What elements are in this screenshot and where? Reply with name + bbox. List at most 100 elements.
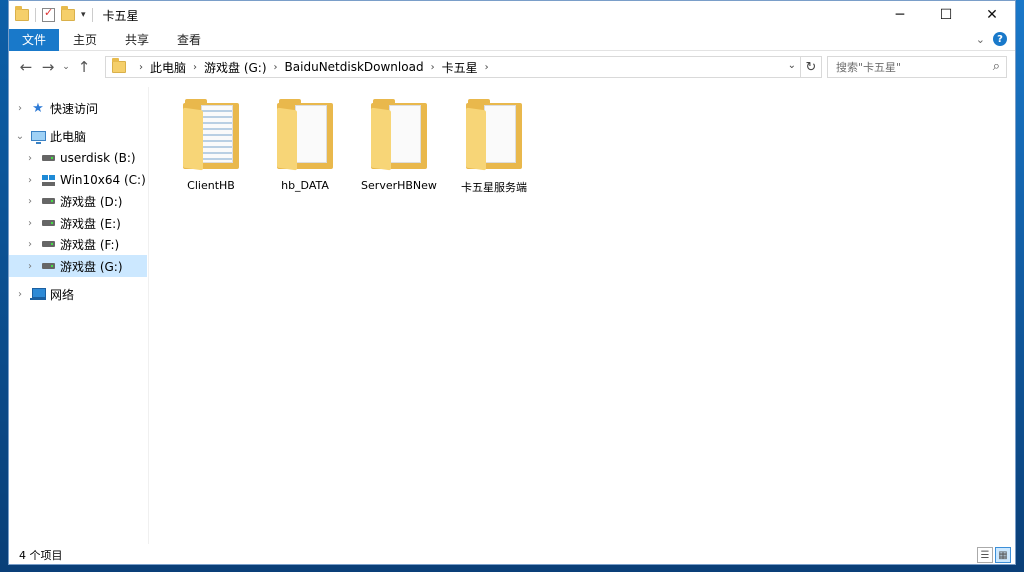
nav-label: 游戏盘 (G:) (60, 259, 123, 274)
star-icon: ★ (32, 100, 44, 116)
minimize-button[interactable]: ─ (877, 1, 923, 29)
folder-icon (183, 99, 239, 171)
breadcrumb-chevron-icon[interactable]: › (193, 62, 197, 73)
drive-icon (40, 151, 56, 165)
drive-icon (40, 237, 56, 251)
breadcrumb-chevron-icon[interactable]: › (139, 62, 143, 73)
drive-icon (40, 216, 56, 230)
breadcrumb-chevron-icon[interactable]: › (485, 62, 489, 73)
nav-label: 游戏盘 (E:) (60, 216, 121, 231)
nav-label: 游戏盘 (D:) (60, 194, 123, 209)
drive-icon (40, 259, 56, 273)
expand-chevron-icon[interactable]: › (23, 261, 37, 272)
navigation-bar: ← → ⌄ ↑ › 此电脑 › 游戏盘 (G:) › BaiduNetdiskD… (9, 53, 1015, 81)
folder-name: ServerHBNew (361, 179, 437, 192)
folder-name: 卡五星服务端 (461, 181, 527, 194)
refresh-button[interactable]: ↻ (800, 56, 822, 78)
desktop-left-edge (0, 0, 8, 572)
tab-file[interactable]: 文件 (9, 28, 60, 51)
ribbon-right: ⌄ ? (976, 32, 1007, 46)
title-bar: ▾ 卡五星 ─ ☐ ✕ (9, 1, 1015, 29)
search-icon: ⌕ (992, 59, 1000, 74)
nav-label: 游戏盘 (F:) (60, 237, 120, 252)
expand-chevron-icon[interactable]: › (23, 175, 37, 186)
collapse-chevron-icon[interactable]: ⌄ (13, 131, 27, 142)
expand-chevron-icon[interactable]: › (23, 218, 37, 229)
folder-item[interactable]: hb_DATA (258, 97, 352, 195)
search-input[interactable]: 搜索"卡五星" ⌕ (827, 56, 1007, 78)
toolbar-separator (35, 8, 36, 22)
breadcrumb-chevron-icon[interactable]: › (431, 62, 435, 73)
nav-item-drive-b[interactable]: › userdisk (B:) (9, 147, 147, 169)
help-icon[interactable]: ? (993, 32, 1007, 46)
network-icon (30, 287, 46, 301)
refresh-icon: ↻ (805, 59, 817, 75)
expand-chevron-icon[interactable]: › (23, 239, 37, 250)
folder-icon (371, 99, 427, 171)
navigation-pane: › ★ 快速访问 ⌄ 此电脑 › userdisk (B:) › Win10x6… (9, 87, 149, 544)
tab-home[interactable]: 主页 (59, 29, 111, 51)
customize-toolbar-icon[interactable]: ▾ (81, 10, 86, 20)
expand-ribbon-icon[interactable]: ⌄ (976, 33, 985, 46)
breadcrumb-chevron-icon[interactable]: › (274, 62, 278, 73)
nav-label: 网络 (50, 287, 75, 302)
back-arrow-icon[interactable]: ← (15, 58, 37, 76)
folder-item[interactable]: ClientHB (164, 97, 258, 195)
breadcrumb-this-pc[interactable]: 此电脑 (150, 59, 186, 76)
up-arrow-icon[interactable]: ↑ (73, 58, 95, 76)
file-list: ClientHB hb_DATA ServerHBNew 卡五星服务端 (149, 87, 1015, 544)
tab-view[interactable]: 查看 (163, 29, 215, 51)
close-button[interactable]: ✕ (969, 1, 1015, 29)
folder-icon (277, 99, 333, 171)
toolbar-separator (91, 8, 93, 22)
expand-chevron-icon[interactable]: › (23, 196, 37, 207)
nav-label: userdisk (B:) (60, 151, 136, 165)
large-icons-view-icon[interactable]: ▦ (995, 547, 1011, 563)
breadcrumb-drive[interactable]: 游戏盘 (G:) (204, 59, 267, 76)
forward-arrow-icon[interactable]: → (37, 58, 59, 76)
address-bar[interactable]: › 此电脑 › 游戏盘 (G:) › BaiduNetdiskDownload … (105, 56, 801, 78)
address-folder-icon (112, 58, 126, 73)
folder-icon (466, 99, 522, 171)
folder-name: ClientHB (187, 179, 235, 192)
nav-label: Win10x64 (C:) (60, 173, 146, 187)
tab-share[interactable]: 共享 (111, 29, 163, 51)
maximize-button[interactable]: ☐ (923, 1, 969, 29)
folder-icon[interactable] (15, 6, 29, 21)
item-count: 4 个项目 (19, 549, 63, 562)
nav-item-drive-e[interactable]: › 游戏盘 (E:) (9, 212, 147, 234)
nav-label: 此电脑 (50, 129, 87, 144)
expand-chevron-icon[interactable]: › (23, 153, 37, 164)
folder-item[interactable]: 卡五星服务端 (447, 97, 541, 195)
window-controls: ─ ☐ ✕ (877, 1, 1015, 29)
nav-item-drive-c[interactable]: › Win10x64 (C:) (9, 169, 147, 191)
nav-item-this-pc[interactable]: ⌄ 此电脑 (9, 125, 147, 147)
search-placeholder: 搜索"卡五星" (836, 61, 902, 74)
folder-item[interactable]: ServerHBNew (352, 97, 446, 195)
details-view-icon[interactable]: ☰ (977, 547, 993, 563)
nav-item-drive-f[interactable]: › 游戏盘 (F:) (9, 233, 147, 255)
breadcrumb: › 此电脑 › 游戏盘 (G:) › BaiduNetdiskDownload … (132, 59, 496, 76)
expand-chevron-icon[interactable]: › (13, 103, 27, 114)
address-dropdown-icon[interactable]: ⌄ (788, 60, 796, 71)
properties-icon[interactable] (42, 6, 55, 22)
desktop-right-edge (1016, 0, 1024, 572)
expand-chevron-icon[interactable]: › (13, 289, 27, 300)
computer-icon (30, 129, 46, 144)
recent-locations-icon[interactable]: ⌄ (59, 62, 73, 72)
breadcrumb-current[interactable]: 卡五星 (442, 59, 478, 76)
nav-item-quick-access[interactable]: › ★ 快速访问 (9, 97, 147, 119)
nav-item-network[interactable]: › 网络 (9, 283, 147, 305)
explorer-window: ▾ 卡五星 ─ ☐ ✕ 文件 主页 共享 查看 ⌄ ? ← → ⌄ ↑ › 此电… (8, 0, 1016, 565)
nav-item-drive-d[interactable]: › 游戏盘 (D:) (9, 190, 147, 212)
window-title: 卡五星 (102, 8, 139, 23)
nav-item-drive-g[interactable]: › 游戏盘 (G:) (9, 255, 147, 277)
desktop-bottom-edge (0, 565, 1024, 572)
windows-drive-icon (40, 173, 56, 187)
breadcrumb-folder[interactable]: BaiduNetdiskDownload (285, 60, 424, 74)
new-folder-icon[interactable] (61, 6, 75, 21)
quick-access-toolbar: ▾ (15, 6, 93, 22)
ribbon-tabs: 文件 主页 共享 查看 ⌄ ? (9, 28, 1015, 51)
status-bar: 4 个项目 ☰ ▦ (9, 544, 1015, 566)
drive-icon (40, 194, 56, 208)
